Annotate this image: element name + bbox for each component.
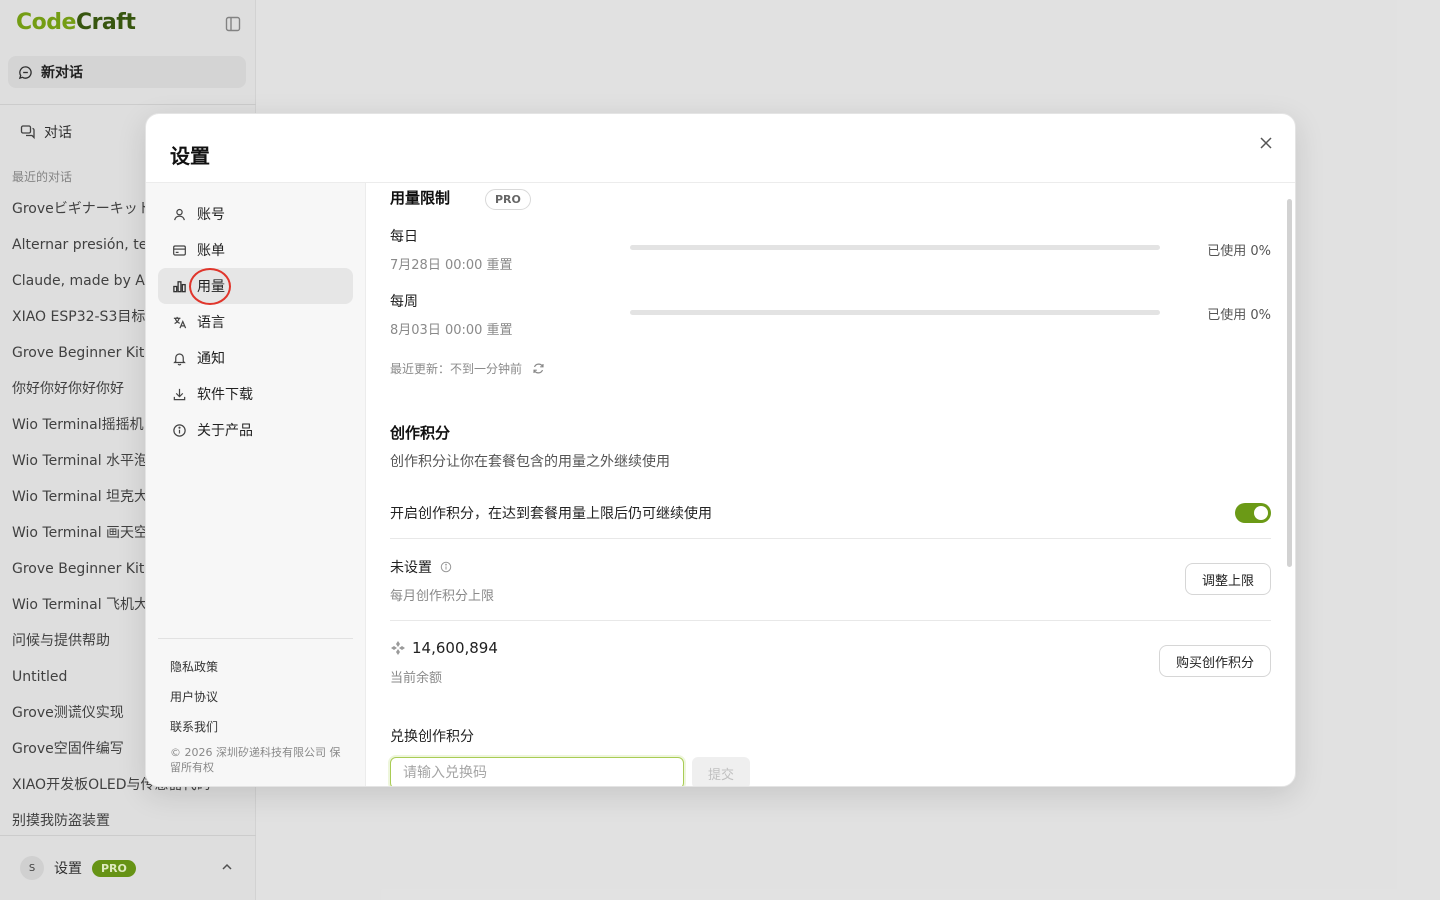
copyright-text: © 2026 深圳矽递科技有限公司 保留所有权	[170, 746, 341, 774]
translate-icon	[173, 316, 187, 328]
redeem-code-input[interactable]	[390, 757, 684, 786]
modal-title: 设置	[170, 144, 210, 168]
last-updated: 最近更新：不到一分钟前	[390, 360, 545, 377]
credit-balance: 14,600,894	[390, 639, 498, 657]
bar-chart-icon	[173, 280, 186, 292]
row-divider	[390, 538, 1271, 539]
nav-item-account[interactable]: 账号	[158, 196, 353, 232]
nav-label: 关于产品	[197, 423, 253, 439]
nav-item-language[interactable]: 语言	[158, 304, 353, 340]
balance-caption: 当前余额	[390, 671, 443, 686]
weekly-limit-label: 每周	[390, 294, 418, 310]
download-icon	[173, 388, 186, 400]
credits-toggle[interactable]	[1235, 503, 1271, 523]
credits-description: 创作积分让你在套餐包含的用量之外继续使用	[390, 454, 670, 470]
monthly-limit-value: 未设置	[390, 557, 452, 577]
usage-limits-title: 用量限制 PRO	[390, 187, 531, 210]
nav-label: 软件下载	[197, 387, 253, 403]
settings-nav: 账号 账单 用量 语言 通知 软件下载 关于产品 隐私政策 用户协议 联系我们 …	[146, 183, 366, 786]
user-icon	[174, 208, 185, 220]
weekly-reset-text: 8月03日 00:00 重置	[390, 323, 513, 338]
info-icon[interactable]	[440, 561, 452, 573]
weekly-progress-bar	[630, 310, 1160, 315]
row-divider	[390, 620, 1271, 621]
daily-limit-label: 每日	[390, 229, 418, 245]
contact-link[interactable]: 联系我们	[170, 718, 218, 735]
monthly-limit-caption: 每月创作积分上限	[390, 589, 495, 604]
nav-item-billing[interactable]: 账单	[158, 232, 353, 268]
settings-modal: 设置 账号 账单 用量 语言 通知 软件下载 关于产品 隐私政策 用户协议 联系…	[145, 113, 1296, 787]
credit-card-icon	[173, 244, 186, 256]
bell-icon	[173, 352, 186, 365]
nav-item-about[interactable]: 关于产品	[158, 412, 353, 448]
nav-label: 账单	[197, 243, 225, 259]
credits-title: 创作积分	[390, 424, 451, 442]
daily-usage-text: 已使用 0%	[1207, 244, 1271, 259]
submit-redeem-button[interactable]: 提交	[692, 757, 751, 786]
buy-credits-button[interactable]: 购买创作积分	[1158, 645, 1271, 677]
privacy-policy-link[interactable]: 隐私政策	[170, 658, 218, 675]
nav-item-notifications[interactable]: 通知	[158, 340, 353, 376]
weekly-usage-text: 已使用 0%	[1207, 308, 1271, 323]
nav-label: 用量	[189, 268, 231, 305]
usage-limits-title-text: 用量限制	[390, 189, 451, 207]
credit-balance-value: 14,600,894	[412, 639, 498, 657]
nav-item-usage[interactable]: 用量	[158, 268, 353, 305]
nav-label: 语言	[197, 315, 225, 331]
daily-reset-text: 7月28日 00:00 重置	[390, 258, 513, 273]
nav-label: 账号	[197, 207, 225, 223]
sparkle-icon	[391, 641, 405, 655]
content-scrollbar[interactable]	[1287, 199, 1292, 567]
redeem-title: 兑换创作积分	[390, 729, 474, 745]
refresh-icon[interactable]	[532, 362, 545, 375]
nav-item-downloads[interactable]: 软件下载	[158, 376, 353, 412]
nav-label: 通知	[197, 351, 225, 367]
adjust-limit-button[interactable]: 调整上限	[1184, 563, 1271, 595]
last-updated-text: 最近更新：不到一分钟前	[390, 362, 523, 376]
pro-badge: PRO	[485, 189, 531, 210]
credits-toggle-label: 开启创作积分，在达到套餐用量上限后仍可继续使用	[390, 506, 712, 522]
daily-progress-bar	[630, 245, 1160, 250]
terms-link[interactable]: 用户协议	[170, 688, 218, 705]
nav-footer-divider	[158, 638, 353, 639]
monthly-limit-value-text: 未设置	[390, 560, 432, 576]
usage-settings-panel: 用量限制 PRO 每日 7月28日 00:00 重置 已使用 0% 每周 8月0…	[367, 183, 1295, 786]
close-icon[interactable]	[1257, 134, 1275, 152]
info-icon	[173, 423, 186, 437]
